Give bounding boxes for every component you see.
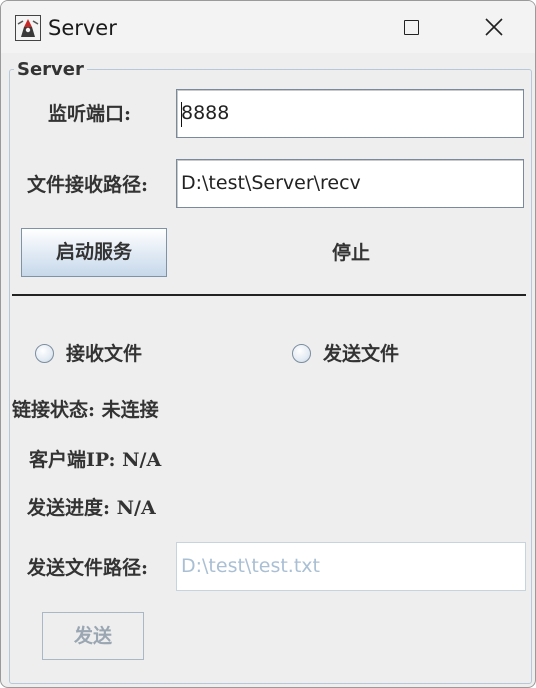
recv-path-label: 文件接收路径: (27, 174, 149, 196)
send-progress-value: N/A (116, 497, 156, 519)
client-ip-label: 客户端IP: (29, 449, 116, 471)
send-file-radio[interactable] (292, 344, 311, 363)
server-group-title: Server (14, 59, 87, 81)
port-label: 监听端口: (48, 103, 132, 125)
separator-line (12, 294, 526, 296)
send-path-input[interactable]: D:\test\test.txt (176, 542, 526, 591)
link-status-row: 链接状态: 未连接 (12, 398, 159, 422)
title-bar[interactable]: Server (1, 1, 535, 53)
recv-path-input[interactable]: D:\test\Server\recv (176, 159, 524, 208)
link-status-label: 链接状态: (12, 399, 96, 421)
client-ip-value: N/A (122, 449, 162, 471)
receive-file-label[interactable]: 接收文件 (66, 342, 142, 366)
send-file-label[interactable]: 发送文件 (323, 342, 399, 366)
text-caret (181, 102, 182, 127)
send-button[interactable]: 发送 (42, 612, 144, 660)
stop-button[interactable]: 停止 (297, 233, 405, 273)
java-app-icon (15, 15, 41, 41)
maximize-icon (404, 20, 419, 35)
send-progress-row: 发送进度: N/A (27, 496, 156, 520)
send-path-label: 发送文件路径: (27, 557, 149, 579)
close-button[interactable] (455, 1, 533, 53)
close-icon (485, 18, 503, 36)
server-window: Server Server 监听端口: 8888 文件接收路径: D:\test… (0, 0, 536, 688)
window-title: Server (48, 16, 117, 40)
send-progress-label: 发送进度: (27, 497, 111, 519)
port-input[interactable]: 8888 (176, 89, 524, 138)
client-ip-row: 客户端IP: N/A (29, 448, 161, 472)
maximize-button[interactable] (373, 1, 451, 53)
link-status-value: 未连接 (101, 399, 159, 421)
receive-file-radio[interactable] (35, 344, 54, 363)
start-service-button[interactable]: 启动服务 (21, 228, 167, 277)
